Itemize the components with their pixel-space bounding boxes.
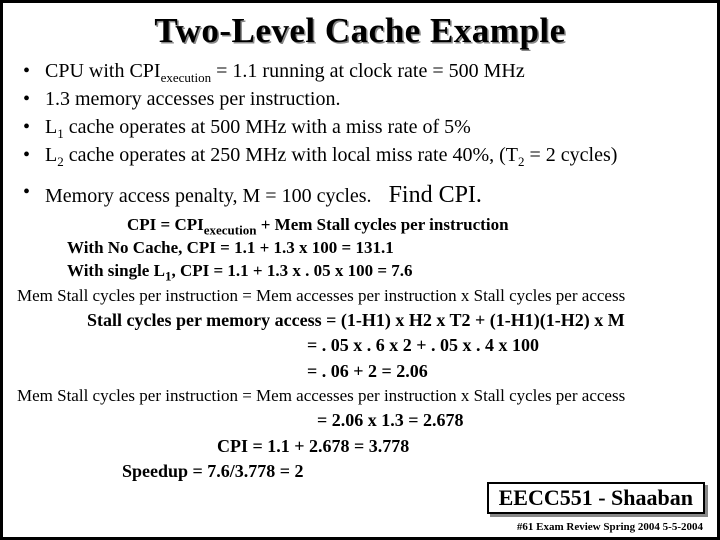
bullet-list-2: Memory access penalty, M = 100 cycles. F…: [17, 180, 703, 210]
cpi-formula-block: CPI = CPIexecution + Mem Stall cycles pe…: [67, 214, 703, 283]
find-cpi-text: Find CPI.: [389, 182, 482, 208]
cpi-formula: CPI = CPIexecution + Mem Stall cycles pe…: [127, 214, 703, 237]
text: CPU with CPI: [45, 60, 161, 82]
cpi-no-cache: With No Cache, CPI = 1.1 + 1.3 x 100 = 1…: [67, 237, 703, 260]
text: cache operates at 250 MHz with local mis…: [64, 144, 518, 166]
subscript-execution: execution: [161, 70, 212, 85]
text: L: [45, 116, 57, 138]
stall-calc-1: = . 05 x . 6 x 2 + . 05 x . 4 x 100: [307, 334, 703, 357]
text: = 2 cycles): [525, 144, 618, 166]
bullet-mem-penalty: Memory access penalty, M = 100 cycles. F…: [21, 180, 703, 210]
bullet-list: CPU with CPIexecution = 1.1 running at c…: [17, 59, 703, 168]
text: = 1.1 running at clock rate = 500 MHz: [211, 60, 525, 82]
mem-stall-formula-2: Mem Stall cycles per instruction = Mem a…: [17, 385, 703, 407]
slide-title: Two-Level Cache Example: [17, 11, 703, 51]
text: With single L: [67, 261, 165, 280]
bullet-mem-accesses: 1.3 memory accesses per instruction.: [21, 87, 703, 112]
course-box: EECC551 - Shaaban: [487, 482, 705, 514]
final-cpi: CPI = 1.1 + 2.678 = 3.778: [217, 435, 703, 458]
final-speedup: Speedup = 7.6/3.778 = 2: [122, 460, 703, 483]
cpi-single-l1: With single L1, CPI = 1.1 + 1.3 x . 05 x…: [67, 260, 703, 283]
bullet-l1: L1 cache operates at 500 MHz with a miss…: [21, 115, 703, 140]
stall-formula: Stall cycles per memory access = (1-H1) …: [87, 309, 703, 332]
text: Memory access penalty, M = 100 cycles.: [45, 185, 372, 207]
text: L: [45, 144, 57, 166]
text: + Mem Stall cycles per instruction: [256, 215, 508, 234]
final-calc-1: = 2.06 x 1.3 = 2.678: [317, 409, 703, 432]
stall-calc-2: = . 06 + 2 = 2.06: [307, 360, 703, 383]
footer-text: #61 Exam Review Spring 2004 5-5-2004: [517, 521, 703, 533]
bullet-l2: L2 cache operates at 250 MHz with local …: [21, 143, 703, 168]
course-box-wrap: EECC551 - Shaaban: [487, 482, 705, 514]
subscript-execution: execution: [204, 222, 257, 237]
text: cache operates at 500 MHz with a miss ra…: [64, 116, 471, 138]
text: CPI = CPI: [127, 215, 204, 234]
mem-stall-formula-1: Mem Stall cycles per instruction = Mem a…: [17, 285, 703, 307]
text: , CPI = 1.1 + 1.3 x . 05 x 100 = 7.6: [171, 261, 412, 280]
bullet-cpu: CPU with CPIexecution = 1.1 running at c…: [21, 59, 703, 84]
slide-container: Two-Level Cache Example CPU with CPIexec…: [0, 0, 720, 540]
